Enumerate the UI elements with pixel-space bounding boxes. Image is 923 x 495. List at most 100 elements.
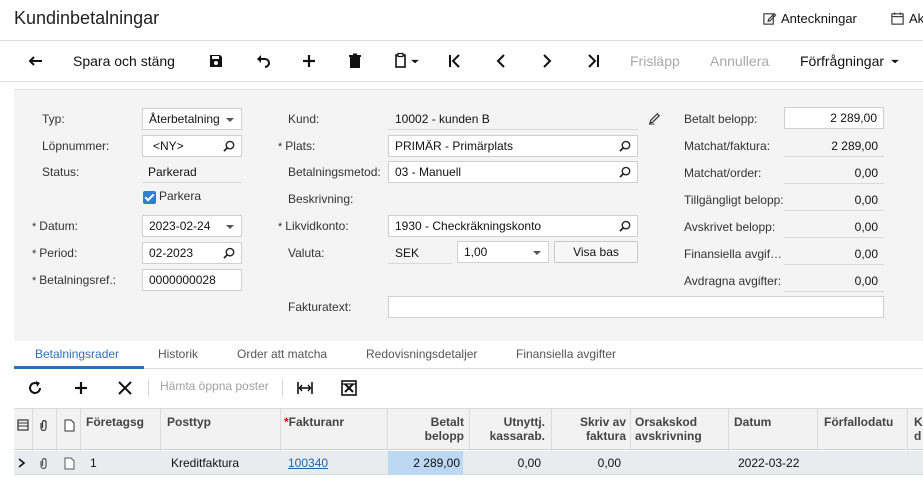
refresh-button[interactable] <box>26 379 44 397</box>
search-icon[interactable] <box>619 166 632 179</box>
applied-invoice-value: 2 289,00 <box>784 135 884 157</box>
cell-date[interactable]: 2022-03-22 <box>738 456 799 470</box>
save-button[interactable] <box>207 51 225 71</box>
undo-button[interactable] <box>254 51 272 71</box>
fit-columns-button[interactable] <box>296 379 314 397</box>
inquiries-label: Förfrågningar <box>800 53 885 69</box>
period-input[interactable]: 02-2023 <box>142 242 242 264</box>
first-record-button[interactable] <box>446 51 464 71</box>
notes-label: Anteckningar <box>781 11 857 26</box>
search-icon[interactable] <box>619 220 632 233</box>
deducted-charges-label: Avdragna avgifter: <box>684 274 782 288</box>
col-branch[interactable]: Företagsg <box>86 415 144 429</box>
attachment-icon[interactable] <box>38 457 49 470</box>
last-icon <box>588 54 599 68</box>
pencil-edit-icon[interactable] <box>648 112 661 125</box>
back-button[interactable] <box>27 51 45 71</box>
tab-finance-charges[interactable]: Finansiella avgifter <box>516 347 616 361</box>
tab-payment-lines[interactable]: Betalningsrader <box>35 347 119 361</box>
rate-select[interactable]: 1,00 <box>457 241 549 263</box>
load-documents-button[interactable]: Hämta öppna poster <box>160 379 269 393</box>
col-cash-discount[interactable]: Utnyttj. kassarab. <box>470 415 545 443</box>
applied-order-value: 0,00 <box>784 162 884 184</box>
inquiries-menu[interactable]: Förfrågningar <box>800 51 900 71</box>
col-doctype[interactable]: Posttyp <box>167 415 211 429</box>
row-indicator-icon <box>18 458 26 468</box>
date-input[interactable]: 2023-02-24 <box>142 215 242 237</box>
note-icon <box>64 419 75 432</box>
cell-branch[interactable]: 1 <box>90 456 97 470</box>
location-input[interactable]: PRIMÄR - Primärplats <box>388 135 638 157</box>
paid-amount-input[interactable]: 2 289,00 <box>784 107 884 129</box>
notes-link[interactable]: Anteckningar <box>762 11 857 26</box>
col-refnbr[interactable]: *Fakturanr <box>284 415 344 429</box>
delete-row-button[interactable] <box>116 379 134 397</box>
refnbr-value: <NY> <box>153 139 184 153</box>
next-record-button[interactable] <box>538 51 556 71</box>
view-base-button[interactable]: Visa bas <box>554 241 638 263</box>
type-select[interactable]: Återbetalning <box>142 108 242 130</box>
save-close-button[interactable]: Spara och stäng <box>73 51 175 71</box>
cell-paid-amount[interactable]: 2 289,00 <box>388 456 460 470</box>
table-row[interactable]: 1 Kreditfaktura 100340 2 289,00 0,00 0,0… <box>14 451 923 475</box>
col-reason[interactable]: Orsakskod avskrivning <box>635 415 702 443</box>
hold-checkbox[interactable] <box>143 191 156 204</box>
arrow-left-icon <box>28 56 42 66</box>
paymethod-input[interactable]: 03 - Manuell <box>388 161 638 183</box>
cashaccount-input[interactable]: 1930 - Checkräkningskonto <box>388 215 638 237</box>
copy-paste-menu[interactable] <box>392 51 420 71</box>
toolbar-separator <box>148 379 149 397</box>
cell-refnbr-link[interactable]: 100340 <box>288 456 328 470</box>
search-icon[interactable] <box>223 247 236 260</box>
add-row-button[interactable] <box>72 379 90 397</box>
available-value: 0,00 <box>784 189 884 211</box>
cashaccount-value: 1930 - Checkräkningskonto <box>395 219 542 233</box>
close-icon <box>118 381 132 395</box>
refnbr-input[interactable]: <NY> <box>142 135 242 157</box>
payref-input[interactable]: 0000000028 <box>142 269 242 291</box>
search-icon[interactable] <box>619 140 632 153</box>
date-label: * Datum: <box>32 219 78 233</box>
cell-writeoff[interactable]: 0,00 <box>552 456 621 470</box>
note-icon[interactable] <box>64 457 75 470</box>
previous-record-button[interactable] <box>492 51 510 71</box>
grid-settings-icon[interactable] <box>17 419 29 431</box>
currency-value[interactable]: SEK <box>388 242 452 264</box>
last-record-button[interactable] <box>584 51 602 71</box>
page-title: Kundinbetalningar <box>14 8 160 28</box>
cell-doctype[interactable]: Kreditfaktura <box>171 456 239 470</box>
detail-tabs: Betalningsrader Historik Order att match… <box>14 341 923 369</box>
note-edit-icon <box>763 13 777 25</box>
activities-link[interactable]: Ak <box>890 11 923 26</box>
currency-label: Valuta: <box>288 246 325 260</box>
customer-label: Kund: <box>288 112 320 126</box>
add-button[interactable] <box>300 51 318 71</box>
col-writeoff[interactable]: Skriv av faktura <box>552 415 626 443</box>
tab-history[interactable]: Historik <box>158 347 198 361</box>
invoicetext-input[interactable] <box>388 296 884 318</box>
col-duedate[interactable]: Förfallodatu <box>824 415 893 429</box>
grid-header: Företagsg Posttyp *Fakturanr Betalt belop… <box>14 408 923 451</box>
tab-orders-to-apply[interactable]: Order att matcha <box>237 347 327 361</box>
period-value: 02-2023 <box>149 246 194 260</box>
rate-value: 1,00 <box>464 245 488 259</box>
delete-button[interactable] <box>346 51 364 71</box>
col-k[interactable]: Kd <box>914 415 923 443</box>
finance-charges-label: Finansiella avgif… <box>684 247 783 261</box>
available-label: Tillgängligt belopp: <box>684 193 784 207</box>
cell-cash-discount[interactable]: 0,00 <box>470 456 541 470</box>
release-button[interactable]: Frisläpp <box>630 51 680 71</box>
first-icon <box>449 54 460 68</box>
chevron-down-icon <box>891 59 899 64</box>
payment-summary-form: Typ: Återbetalning Löpnummer: <NY> Statu… <box>14 89 923 341</box>
applied-invoice-label: Matchat/faktura: <box>684 139 771 153</box>
tab-financial-details[interactable]: Redovisningsdetaljer <box>366 347 477 361</box>
date-value: 2023-02-24 <box>149 219 211 233</box>
plus-icon <box>75 382 87 394</box>
col-paid-amount[interactable]: Betalt belopp <box>388 415 464 443</box>
cancel-button[interactable]: Annullera <box>710 51 769 71</box>
col-date[interactable]: Datum <box>734 415 771 429</box>
search-icon[interactable] <box>223 140 236 153</box>
customer-value[interactable]: 10002 - kunden B <box>388 108 638 130</box>
export-excel-button[interactable] <box>340 379 358 397</box>
